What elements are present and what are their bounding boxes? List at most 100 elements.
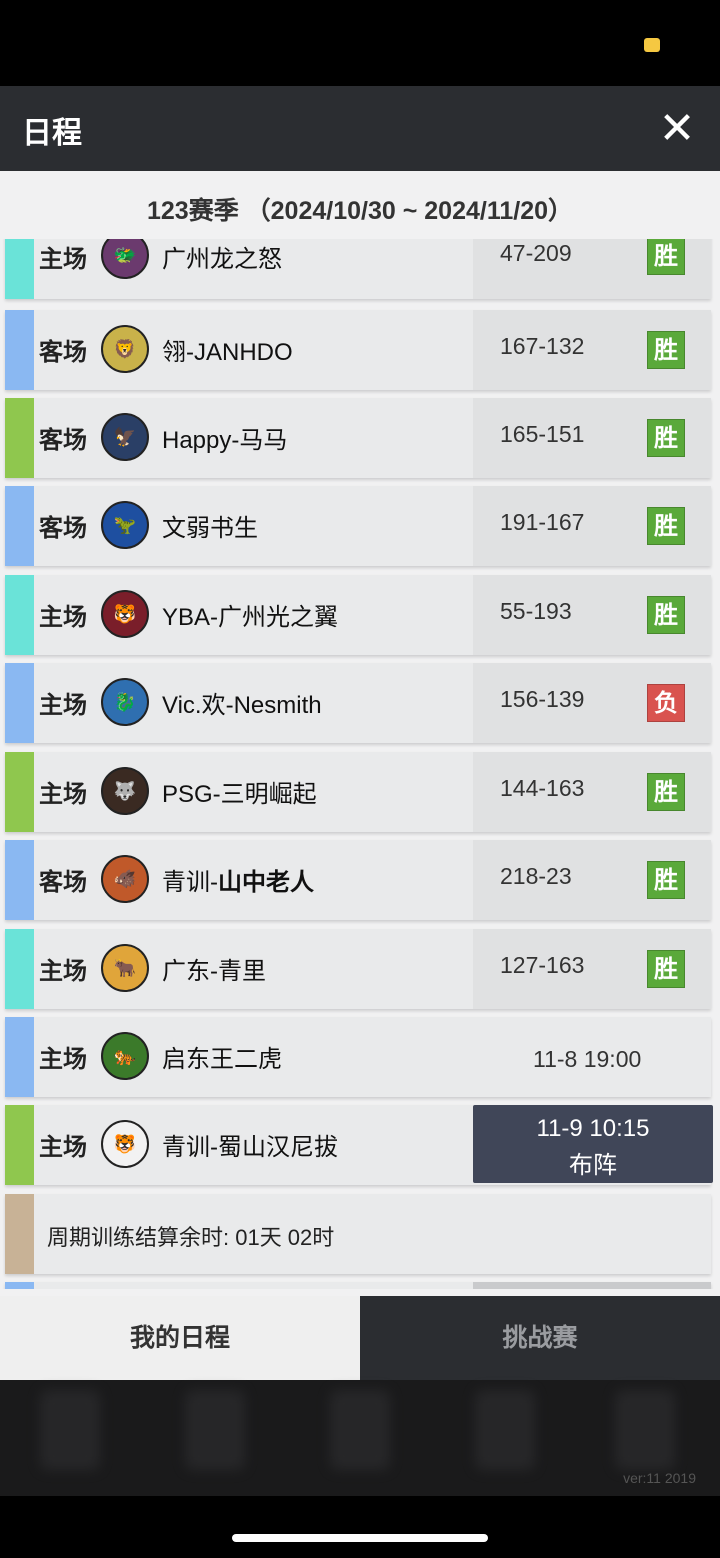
match-list[interactable]: 主场 🐲 广州龙之怒 47-209 胜 客场 🦁 翎-JANHDO 167-13…: [0, 239, 720, 1289]
match-score: 127-163: [500, 952, 585, 978]
team-name: 翎-JANHDO: [162, 339, 293, 366]
team-bold-name: 山中老人: [218, 869, 314, 896]
venue-label: 主场: [39, 958, 87, 985]
venue-label: 客场: [39, 427, 87, 454]
match-score: 47-209: [500, 240, 572, 266]
nav-icon: [40, 1390, 100, 1470]
venue-stripe: [5, 752, 34, 832]
tab-bar: 我的日程 挑战赛: [0, 1296, 720, 1380]
team-logo-icon: 🐯: [101, 590, 149, 638]
team-logo-icon: 🐂: [101, 944, 149, 992]
result-badge: 胜: [647, 773, 685, 811]
team-logo-icon: 🦅: [101, 413, 149, 461]
team-logo-icon: 🦖: [101, 501, 149, 549]
match-row[interactable]: 主场 🐅 启东王二虎 11-8 19:00: [5, 1017, 711, 1097]
match-score: 218-23: [500, 863, 572, 889]
team-name: 广东-青里: [162, 958, 266, 985]
home-bar-area: [0, 1496, 720, 1558]
team-name: 青训-蜀山汉尼拔: [162, 1134, 338, 1161]
deploy-label: 布阵: [569, 1152, 617, 1179]
tab-my-schedule[interactable]: 我的日程: [0, 1296, 360, 1380]
venue-stripe: [5, 1017, 34, 1097]
training-timer-text: 周期训练结算余时: 01天 02时: [47, 1225, 335, 1250]
training-stripe: [5, 1194, 34, 1274]
match-time: 11-8 19:00: [533, 1046, 642, 1072]
venue-stripe: [5, 663, 34, 743]
venue-label: 主场: [39, 246, 87, 273]
result-badge: 胜: [647, 419, 685, 457]
match-row[interactable]: 客场 🦁 翎-JANHDO 167-132 胜: [5, 310, 711, 390]
venue-label: 主场: [39, 692, 87, 719]
match-score: 191-167: [500, 509, 585, 535]
venue-stripe: [5, 486, 34, 566]
result-badge: 胜: [647, 950, 685, 988]
match-score: 55-193: [500, 598, 572, 624]
team-name: Vic.欢-Nesmith: [162, 692, 322, 719]
match-row[interactable]: 客场 🦖 文弱书生 191-167 胜: [5, 486, 711, 566]
result-badge: 胜: [647, 239, 685, 275]
nav-icon: [615, 1390, 675, 1470]
venue-label: 客场: [39, 515, 87, 542]
nav-icon: [330, 1390, 390, 1470]
team-logo-icon: 🐗: [101, 855, 149, 903]
training-timer-row: 周期训练结算余时: 01天 02时: [5, 1194, 711, 1274]
match-row[interactable]: 主场 🐺 PSG-三明崛起 144-163 胜: [5, 752, 711, 832]
team-name: 文弱书生: [162, 515, 258, 542]
venue-label: 主场: [39, 781, 87, 808]
version-label: ver:11 2019: [623, 1470, 696, 1486]
match-row[interactable]: 主场 🐂 广东-青里 127-163 胜: [5, 929, 711, 1009]
season-title: 123赛季 （2024/10/30 ~ 2024/11/20）: [146, 197, 573, 225]
match-row[interactable]: [5, 1282, 711, 1289]
team-logo-icon: 🐲: [101, 239, 149, 279]
match-row[interactable]: 客场 🦅 Happy-马马 165-151 胜: [5, 398, 711, 478]
deploy-button[interactable]: 11-9 10:15 布阵: [473, 1105, 713, 1183]
venue-label: 主场: [39, 1134, 87, 1161]
team-name: Happy-马马: [162, 427, 288, 454]
team-logo-icon: 🐉: [101, 678, 149, 726]
venue-stripe: [5, 575, 34, 655]
venue-stripe: [5, 929, 34, 1009]
result-badge: 胜: [647, 861, 685, 899]
score-area: [473, 1282, 711, 1289]
team-name: PSG-三明崛起: [162, 781, 317, 808]
team-logo-icon: 🐺: [101, 767, 149, 815]
match-score: 144-163: [500, 775, 585, 801]
match-row[interactable]: 主场 🐯 YBA-广州光之翼 55-193 胜: [5, 575, 711, 655]
status-bar: [0, 0, 720, 86]
venue-label: 主场: [39, 604, 87, 631]
tab-challenge[interactable]: 挑战赛: [360, 1296, 720, 1380]
team-logo-icon: 🦁: [101, 325, 149, 373]
match-row[interactable]: 主场 🐯 青训-蜀山汉尼拔 11-9 10:15 布阵: [5, 1105, 713, 1185]
match-score: 167-132: [500, 333, 585, 359]
match-row[interactable]: 客场 🐗 青训-山中老人 218-23 胜: [5, 840, 711, 920]
venue-label: 客场: [39, 869, 87, 896]
venue-stripe: [5, 1282, 34, 1289]
nav-icon: [475, 1390, 535, 1470]
team-name: 青训-山中老人: [162, 862, 314, 897]
header: 日程: [0, 86, 720, 171]
bottom-nav-blurred: ver:11 2019: [0, 1380, 720, 1496]
venue-stripe: [5, 398, 34, 478]
team-name: 广州龙之怒: [162, 246, 282, 273]
result-badge: 胜: [647, 596, 685, 634]
venue-stripe: [5, 310, 34, 390]
close-icon[interactable]: ✕: [652, 104, 702, 154]
nav-icon: [185, 1390, 245, 1470]
team-name: 启东王二虎: [162, 1046, 282, 1073]
schedule-panel: 123赛季 （2024/10/30 ~ 2024/11/20） 主场 🐲 广州龙…: [0, 171, 720, 1296]
result-badge: 胜: [647, 507, 685, 545]
result-badge: 负: [647, 684, 685, 722]
match-score: 165-151: [500, 421, 585, 447]
status-indicator-icon: [644, 38, 660, 52]
result-badge: 胜: [647, 331, 685, 369]
match-score: 156-139: [500, 686, 585, 712]
venue-label: 主场: [39, 1046, 87, 1073]
match-row[interactable]: 主场 🐉 Vic.欢-Nesmith 156-139 负: [5, 663, 711, 743]
match-time: 11-9 10:15: [536, 1115, 650, 1142]
home-indicator[interactable]: [232, 1534, 488, 1542]
team-logo-icon: 🐯: [101, 1120, 149, 1168]
match-row[interactable]: 主场 🐲 广州龙之怒 47-209 胜: [5, 239, 711, 299]
page-title: 日程: [22, 117, 82, 150]
venue-stripe: [5, 239, 34, 299]
venue-stripe: [5, 1105, 34, 1185]
